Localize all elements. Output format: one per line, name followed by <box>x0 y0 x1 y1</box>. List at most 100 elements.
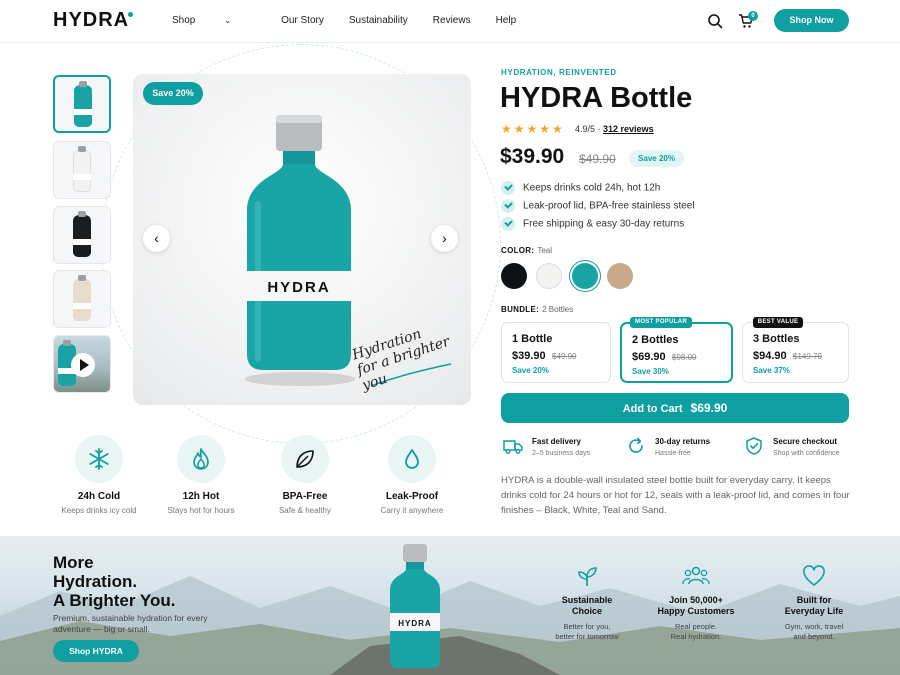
banner-feature-sub-2: better for tomorrow <box>555 632 619 641</box>
thumbnail-white[interactable] <box>53 141 111 199</box>
banner-feature-sub-2: and beyond. <box>793 632 835 641</box>
refresh-icon <box>629 437 643 453</box>
add-to-cart-button[interactable]: Add to Cart $69.90 <box>501 393 849 423</box>
bundle-price: $39.90 <box>512 350 546 362</box>
leaf-icon <box>296 450 314 468</box>
bullet-text: Keeps drinks cold 24h, hot 12h <box>523 182 661 194</box>
shop-hydra-button[interactable]: Shop HYDRA <box>53 640 139 662</box>
search-icon[interactable] <box>707 13 723 29</box>
nav-reviews[interactable]: Reviews <box>433 15 471 26</box>
rating-summary: 4.9/5 · 312 reviews <box>575 124 654 134</box>
banner-feature-title-1: Built for <box>796 595 832 605</box>
trust-title: 30-day returns <box>655 437 711 446</box>
heart-icon <box>803 565 825 586</box>
reviews-link[interactable]: 312 reviews <box>603 124 654 134</box>
bottle-thumbnail-image <box>73 275 91 321</box>
banner-feature-title-2: Choice <box>571 606 602 616</box>
banner-feature-sub-2: Real hydration. <box>670 632 722 641</box>
next-image-button[interactable]: › <box>431 225 458 252</box>
rating-stars: ★★★★★ <box>501 122 565 136</box>
bundle-old-price: $49.90 <box>552 352 577 361</box>
check-icon <box>501 199 515 213</box>
banner-feature-sustainable: Sustainable Choice Better for you, better … <box>542 565 632 642</box>
swatch-black[interactable] <box>501 263 527 289</box>
nav-shop-label: Shop <box>172 15 196 26</box>
play-icon[interactable] <box>71 353 95 377</box>
color-label-key: COLOR: <box>501 246 535 255</box>
selected-bundle: 2 Bottles <box>542 305 574 314</box>
swatch-teal[interactable] <box>572 263 598 289</box>
thumbnail-video[interactable] <box>53 335 111 393</box>
nav-sustainability[interactable]: Sustainability <box>349 15 408 26</box>
feature-leak-proof: Leak-Proof Carry it anywhere <box>362 435 462 515</box>
check-icon <box>501 181 515 195</box>
bullet-text: Leak-proof lid, BPA-free stainless steel <box>523 200 695 212</box>
banner-bottle-label: HYDRA <box>398 619 431 628</box>
bundle-old-price: $98.00 <box>672 353 697 362</box>
trust-sub: Hassle-free <box>655 450 691 457</box>
nav-our-story[interactable]: Our Story <box>281 15 324 26</box>
original-price: $49.90 <box>579 152 616 166</box>
thumbnail-teal[interactable] <box>53 75 111 133</box>
banner-headline-line-3: A Brighter You. <box>53 591 176 610</box>
chevron-down-icon: ⌄ <box>224 16 232 25</box>
flame-icon <box>193 448 209 470</box>
banner-feature-customers: Join 50,000+ Happy Customers Real people.… <box>651 565 741 642</box>
bottle-thumbnail-image <box>73 146 91 192</box>
feature-bullet: Free shipping & easy 30-day returns <box>501 217 684 231</box>
prev-image-button[interactable]: ‹ <box>143 225 170 252</box>
most-popular-tag: MOST POPULAR <box>630 317 692 328</box>
feature-cold: 24h Cold Keeps drinks icy cold <box>49 435 149 515</box>
chevron-left-icon: ‹ <box>154 230 159 246</box>
banner-subtext: Premium, sustainable hydration for every… <box>53 613 208 634</box>
banner-headline-line-1: More <box>53 553 94 572</box>
bundle-save: Save 30% <box>632 367 669 376</box>
swatch-sand[interactable] <box>607 263 633 289</box>
banner-feature-title-1: Join 50,000+ <box>669 595 723 605</box>
bundle-name: 2 Bottles <box>632 334 679 346</box>
nav-shop[interactable]: Shop ⌄ <box>172 15 256 26</box>
feature-sub: Carry it anywhere <box>380 506 444 515</box>
feature-title: 12h Hot <box>182 491 220 502</box>
shield-check-icon <box>746 437 762 455</box>
trust-sub: 2–5 business days <box>532 450 590 457</box>
droplet-icon <box>405 449 419 469</box>
bundle-old-price: $149.70 <box>793 352 822 361</box>
sprout-icon <box>578 567 597 586</box>
color-label: COLOR: Teal <box>501 246 552 255</box>
swatch-white[interactable] <box>536 263 562 289</box>
cart-count-badge: 0 <box>748 11 758 21</box>
truck-icon <box>503 440 523 454</box>
banner-headline-line-2: Hydration. <box>53 572 138 591</box>
thumbnail-sand[interactable] <box>53 270 111 328</box>
bundle-option-1[interactable]: 1 Bottle $39.90 $49.90 Save 20% <box>501 322 611 383</box>
bundle-save: Save 20% <box>512 366 549 375</box>
trust-title: Fast delivery <box>532 437 581 446</box>
bundle-label: BUNDLE: 2 Bottles <box>501 305 573 314</box>
feature-sub: Keeps drinks icy cold <box>61 506 137 515</box>
feature-title: Leak-Proof <box>385 491 439 502</box>
bundle-name: 1 Bottle <box>512 333 553 345</box>
bundle-price: $69.90 <box>632 351 666 363</box>
logo[interactable]: HYDRA <box>53 9 129 32</box>
product-price: $39.90 <box>500 145 565 168</box>
bullet-text: Free shipping & easy 30-day returns <box>523 218 685 230</box>
thumbnail-black[interactable] <box>53 206 111 264</box>
trust-sub: Shop with confidence <box>773 450 840 457</box>
feature-sub: Safe & healthy <box>278 506 332 515</box>
bottle-thumbnail-image <box>74 81 92 127</box>
rating-value: 4.9/5 · <box>575 124 601 134</box>
save-badge: Save 20% <box>143 82 203 105</box>
price-save-badge: Save 20% <box>629 150 684 167</box>
snowflake-icon <box>89 448 109 470</box>
banner-feature-title-1: Sustainable <box>561 595 613 605</box>
best-value-tag: BEST VALUE <box>753 317 803 328</box>
nav-help[interactable]: Help <box>496 15 517 26</box>
shop-now-button[interactable]: Shop Now <box>774 9 849 32</box>
bundle-option-2[interactable]: 2 Bottles $69.90 $98.00 Save 30% <box>620 322 733 383</box>
bundle-option-3[interactable]: 3 Bottles $94.90 $149.70 Save 37% <box>742 322 849 383</box>
bundle-label-key: BUNDLE: <box>501 305 540 314</box>
bundle-name: 3 Bottles <box>753 333 800 345</box>
banner-feature-title-2: Happy Customers <box>657 606 735 616</box>
main-nav: Shop ⌄ Our Story Sustainability Reviews H… <box>172 15 541 26</box>
